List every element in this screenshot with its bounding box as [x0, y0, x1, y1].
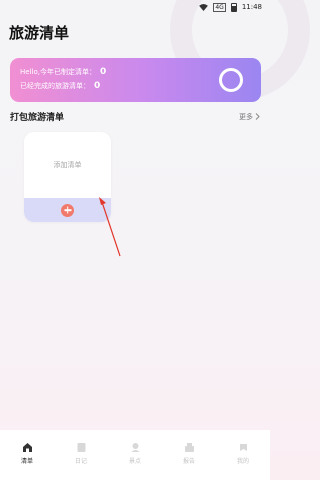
tab-label: 日记: [74, 458, 87, 465]
section-header: 打包旅游清单 更多: [10, 110, 260, 123]
home-icon: [22, 443, 32, 452]
tab-label: 清单: [20, 458, 33, 465]
annotation-arrow-icon: [99, 197, 121, 257]
tab-report[interactable]: 报告: [169, 442, 209, 465]
planned-count-row: Hello,今年已制定清单： 0: [20, 65, 251, 79]
tab-label: 景点: [128, 458, 141, 465]
add-list-label: 添加清单: [53, 161, 82, 169]
tab-label: 我的: [236, 458, 249, 465]
tab-attractions[interactable]: 景点: [115, 442, 155, 465]
chevron-right-icon: [255, 113, 260, 120]
completed-count-value: 0: [94, 81, 101, 91]
location-icon: [131, 443, 139, 452]
section-title: 打包旅游清单: [10, 113, 65, 123]
tab-profile[interactable]: 我的: [223, 442, 263, 465]
more-link[interactable]: 更多: [239, 112, 260, 122]
page-title: 旅游清单: [9, 24, 70, 42]
summary-banner: Hello,今年已制定清单： 0 已经完成的旅游清单： 0: [10, 58, 261, 102]
planned-count-label: Hello,今年已制定清单：: [20, 68, 96, 76]
tab-label: 报告: [182, 458, 195, 465]
diary-icon: [77, 443, 85, 452]
tab-list[interactable]: 清单: [7, 442, 47, 465]
report-icon: [184, 443, 194, 452]
completed-count-row: 已经完成的旅游清单： 0: [20, 79, 251, 93]
completed-count-label: 已经完成的旅游清单：: [20, 82, 90, 90]
progress-ring-icon: [219, 68, 243, 92]
planned-count-value: 0: [99, 67, 107, 77]
plus-icon[interactable]: [61, 203, 74, 217]
bottom-tab-bar: 清单 日记 景点 报告 我的: [0, 430, 270, 480]
profile-icon: [239, 444, 247, 451]
more-label: 更多: [239, 112, 253, 121]
tab-diary[interactable]: 日记: [61, 442, 101, 465]
